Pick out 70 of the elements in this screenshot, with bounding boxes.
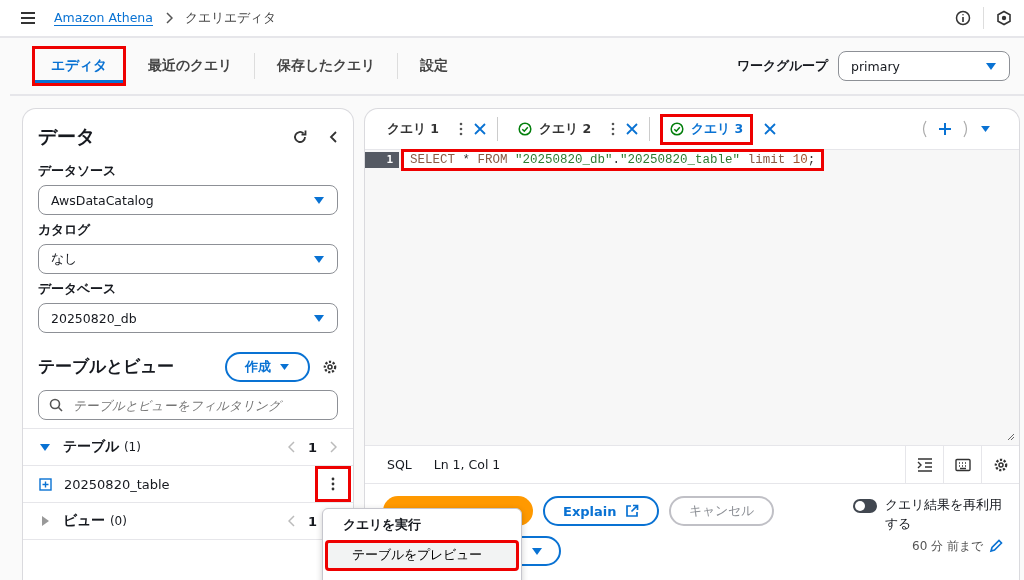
nav-tab[interactable]: 最近のクエリ [130,47,250,85]
section-label[interactable]: ビュー (0) [63,512,127,530]
language-label: SQL [387,457,412,472]
caret-down-icon [313,195,325,205]
caret-down-icon [531,546,543,556]
check-circle-icon [518,122,533,136]
external-link-icon [624,504,639,518]
close-icon[interactable] [763,122,778,136]
dropdown-select[interactable]: 20250820_db [38,303,338,333]
refresh-icon[interactable] [292,129,308,145]
reuse-age: 60 分 前まで [912,537,983,555]
query-tab[interactable]: クエリ 1 [377,113,450,145]
explain-button[interactable]: Explain [543,496,659,526]
kebab-icon[interactable] [611,122,616,136]
code-editor[interactable]: 1 SELECT * FROM "20250820_db"."20250820_table" limit 10; [365,150,1019,446]
cursor-position: Ln 1, Col 1 [433,457,501,472]
reuse-label: クエリ結果を再利用する [885,496,1003,533]
workgroup-label: ワークグループ [737,57,828,75]
panel-title: データ [38,124,95,149]
chevron-right-icon [164,12,173,24]
caret-down-icon [313,254,325,264]
pencil-icon[interactable] [989,539,1003,553]
plus-square-icon[interactable] [39,477,52,491]
section-title: テーブルとビュー [38,356,174,378]
chevron-left-icon[interactable] [328,130,338,144]
filter-field[interactable]: テーブルとビューをフィルタリング [38,390,338,420]
indent-icon [916,457,933,472]
caret-right-icon[interactable] [39,515,51,527]
caret-down-icon[interactable] [980,125,991,133]
resize-grip-icon[interactable] [1006,432,1015,441]
nav-tab[interactable]: 設定 [402,47,466,85]
query-tab[interactable]: クエリ 3 [660,113,754,145]
page-number: 1 [307,439,317,455]
hexagon-icon[interactable] [996,10,1012,26]
field-label: データベース [38,281,116,298]
check-circle-icon [670,122,685,136]
close-icon[interactable] [625,122,640,136]
workgroup-select[interactable]: primary [838,51,1010,81]
search-icon [49,398,63,412]
dropdown-select[interactable]: AwsDataCatalog [38,185,338,215]
keyboard-icon [954,457,971,472]
breadcrumb-current: クエリエディタ [184,9,276,27]
more-actions-button[interactable] [315,466,351,502]
kebab-icon[interactable] [459,122,464,136]
nav-tab[interactable]: 保存したクエリ [259,47,393,85]
breadcrumb-link[interactable]: Amazon Athena [54,10,153,26]
nav-tab[interactable]: エディタ [32,46,126,86]
menu-item[interactable]: テーブルをプレビュー [325,540,519,571]
table-name[interactable]: 20250820_table [64,476,170,492]
menu-header: クエリを実行 [342,516,422,534]
dropdown-select[interactable]: なし [38,244,338,274]
caret-down-icon [279,363,290,371]
settings-icon [992,456,1009,473]
close-icon[interactable] [473,122,488,136]
caret-down-icon [985,61,997,71]
info-icon[interactable] [955,10,971,26]
plus-icon[interactable] [938,122,952,136]
caret-down-icon [313,313,325,323]
section-label[interactable]: テーブル (1) [63,438,141,456]
create-button[interactable]: 作成 [225,352,310,382]
settings-icon[interactable] [322,359,338,375]
caret-down-icon[interactable] [39,441,51,453]
field-label: カタログ [38,222,90,239]
line-number: 1 [365,152,399,168]
field-label: データソース [38,163,116,180]
toggle-switch[interactable] [853,499,877,513]
menu-icon[interactable] [20,11,36,25]
query-tab[interactable]: クエリ 2 [508,113,602,145]
page-number: 1 [307,513,317,529]
kebab-icon [331,477,335,491]
